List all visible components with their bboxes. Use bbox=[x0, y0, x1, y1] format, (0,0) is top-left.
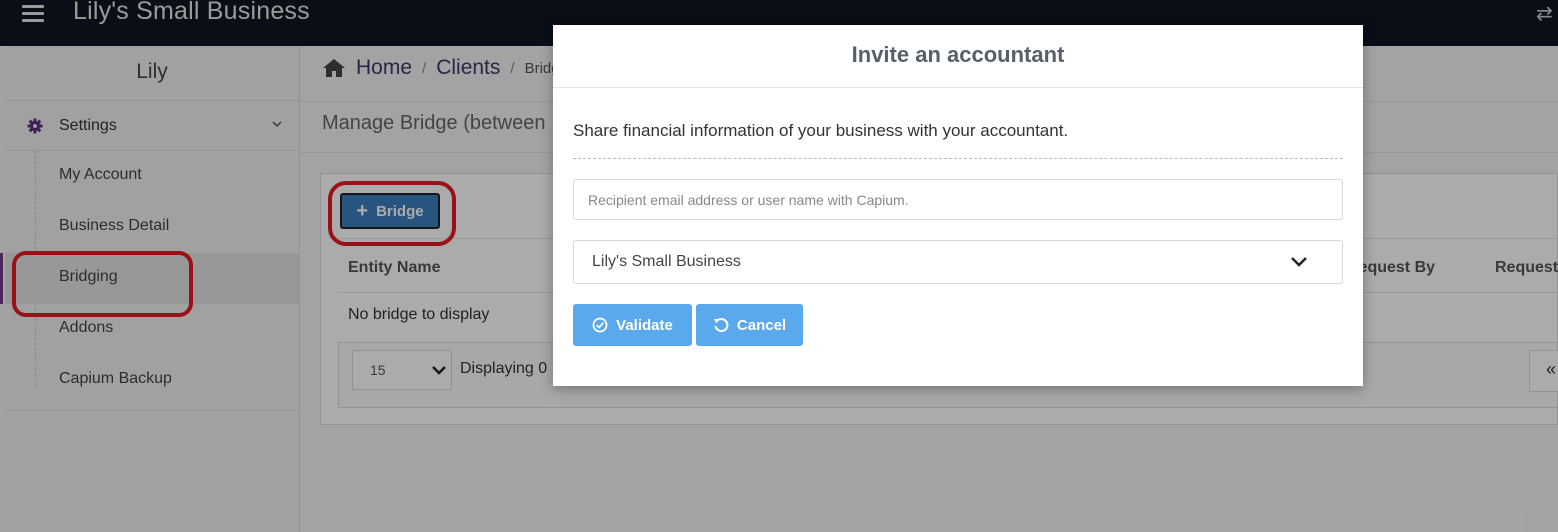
business-select[interactable]: Lily's Small Business bbox=[573, 240, 1343, 284]
business-select-value: Lily's Small Business bbox=[592, 253, 741, 270]
validate-button[interactable]: Validate bbox=[573, 304, 692, 346]
recipient-email-input[interactable] bbox=[573, 179, 1343, 220]
dialog-description: Share financial information of your busi… bbox=[573, 121, 1069, 140]
cancel-label: Cancel bbox=[736, 316, 787, 334]
divider bbox=[573, 158, 1343, 159]
chevron-down-icon bbox=[1291, 257, 1307, 267]
cancel-button[interactable]: Cancel bbox=[696, 304, 803, 346]
dialog-title: Invite an accountant bbox=[553, 25, 1363, 88]
validate-label: Validate bbox=[616, 316, 673, 334]
check-circle-icon bbox=[592, 317, 608, 333]
undo-icon bbox=[713, 318, 729, 333]
invite-accountant-dialog: Invite an accountant Share financial inf… bbox=[553, 25, 1363, 386]
